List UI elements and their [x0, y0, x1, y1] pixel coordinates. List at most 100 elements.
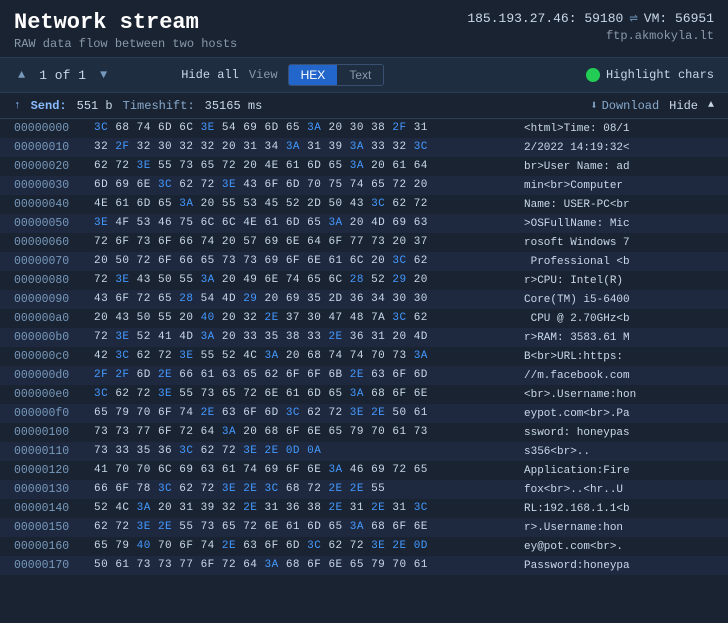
view-toggle: HEX Text — [288, 64, 385, 86]
hex-bytes: 6D 69 6E 3C 62 72 3E 43 6F 6D 70 75 74 6… — [94, 177, 514, 194]
source-address: 185.193.27.46: 59180 — [467, 11, 623, 26]
hex-address: 00000080 — [14, 274, 94, 287]
hex-bytes: 4E 61 6D 65 3A 20 55 53 45 52 2D 50 43 3… — [94, 196, 514, 213]
hex-ascii: fox<br>..<hr..U — [524, 484, 714, 496]
table-row: 000000b072 3E 52 41 4D 3A 20 33 35 38 33… — [0, 328, 728, 347]
table-row: 0000014052 4C 3A 20 31 39 32 2E 31 36 38… — [0, 499, 728, 518]
timeshift-value: 35165 ms — [205, 99, 263, 113]
hex-address: 00000100 — [14, 426, 94, 439]
highlight-label: Highlight chars — [606, 68, 714, 82]
table-row: 000000404E 61 6D 65 3A 20 55 53 45 52 2D… — [0, 195, 728, 214]
hex-bytes: 62 72 3E 55 73 65 72 20 4E 61 6D 65 3A 2… — [94, 158, 514, 175]
download-label: Download — [602, 99, 660, 113]
table-row: 0000015062 72 3E 2E 55 73 65 72 6E 61 6D… — [0, 518, 728, 537]
hex-bytes: 3C 62 72 3E 55 73 65 72 6E 61 6D 65 3A 6… — [94, 386, 514, 403]
header-left: Network stream RAW data flow between two… — [14, 10, 237, 51]
hex-address: 00000160 — [14, 540, 94, 553]
hex-address: 00000090 — [14, 293, 94, 306]
swap-icon: ⇌ — [629, 10, 637, 27]
hex-address: 00000020 — [14, 160, 94, 173]
hex-bytes: 50 61 73 73 77 6F 72 64 3A 68 6F 6E 65 7… — [94, 557, 514, 574]
hex-ascii: RL:192.168.1.1<b — [524, 503, 714, 515]
pagination-down-arrow[interactable]: ▼ — [96, 66, 111, 84]
send-bar: ↑ Send: 551 b Timeshift: 35165 ms ⬇ Down… — [0, 93, 728, 119]
hex-bytes: 72 6F 73 6F 66 74 20 57 69 6E 64 6F 77 7… — [94, 234, 514, 251]
header-right: 185.193.27.46: 59180 ⇌ VM: 56951 ftp.akm… — [467, 10, 714, 43]
hex-ascii: Professional <b — [524, 256, 714, 268]
ftp-address: ftp.akmokyla.lt — [467, 29, 714, 43]
table-row: 0000008072 3E 43 50 55 3A 20 49 6E 74 65… — [0, 271, 728, 290]
text-tab[interactable]: Text — [337, 65, 383, 85]
hex-address: 00000000 — [14, 122, 94, 135]
toolbar: ▲ 1 of 1 ▼ Hide all View HEX Text Highli… — [0, 57, 728, 93]
hex-bytes: 20 50 72 6F 66 65 73 73 69 6F 6E 61 6C 2… — [94, 253, 514, 270]
hex-ascii: Name: USER-PC<br — [524, 199, 714, 211]
hex-ascii: <html>Time: 08/1 — [524, 123, 714, 135]
table-row: 000000306D 69 6E 3C 62 72 3E 43 6F 6D 70… — [0, 176, 728, 195]
hex-address: 00000120 — [14, 464, 94, 477]
hex-address: 00000070 — [14, 255, 94, 268]
send-size: 551 b — [77, 99, 113, 113]
hex-bytes: 3C 68 74 6D 6C 3E 54 69 6D 65 3A 20 30 3… — [94, 120, 514, 137]
hex-bytes: 72 3E 52 41 4D 3A 20 33 35 38 33 2E 36 3… — [94, 329, 514, 346]
hex-table: 000000003C 68 74 6D 6C 3E 54 69 6D 65 3A… — [0, 119, 728, 607]
hex-address: 000000b0 — [14, 331, 94, 344]
hex-address: 00000060 — [14, 236, 94, 249]
hex-address: 00000010 — [14, 141, 94, 154]
table-row: 0000009043 6F 72 65 28 54 4D 29 20 69 35… — [0, 290, 728, 309]
table-row: 0000007020 50 72 6F 66 65 73 73 69 6F 6E… — [0, 252, 728, 271]
hex-tab[interactable]: HEX — [289, 65, 338, 85]
highlight-toggle-dot[interactable] — [586, 68, 600, 82]
hex-address: 00000110 — [14, 445, 94, 458]
hex-ascii: <br>.Username:hon — [524, 389, 714, 401]
hex-address: 00000040 — [14, 198, 94, 211]
download-button[interactable]: ⬇ Download — [590, 98, 659, 113]
hex-ascii: 2/2022 14:19:32< — [524, 142, 714, 154]
hex-address: 000000d0 — [14, 369, 94, 382]
hide-all-button[interactable]: Hide all — [181, 68, 239, 82]
table-row: 0000012041 70 70 6C 69 63 61 74 69 6F 6E… — [0, 461, 728, 480]
hex-bytes: 52 4C 3A 20 31 39 32 2E 31 36 38 2E 31 2… — [94, 500, 514, 517]
table-row: 000000003C 68 74 6D 6C 3E 54 69 6D 65 3A… — [0, 119, 728, 138]
hex-bytes: 32 2F 32 30 32 32 20 31 34 3A 31 39 3A 3… — [94, 139, 514, 156]
table-row: 000000d02F 2F 6D 2E 66 61 63 65 62 6F 6F… — [0, 366, 728, 385]
vm-info: VM: 56951 — [644, 11, 714, 26]
pagination-label: 1 of 1 — [39, 68, 86, 83]
table-row: 0000013066 6F 78 3C 62 72 3E 2E 3C 68 72… — [0, 480, 728, 499]
highlight-toggle: Highlight chars — [586, 68, 714, 82]
hex-ascii: CPU @ 2.70GHz<b — [524, 313, 714, 325]
hex-bytes: 65 79 40 70 6F 74 2E 63 6F 6D 3C 62 72 3… — [94, 538, 514, 555]
hex-ascii: r>RAM: 3583.61 M — [524, 332, 714, 344]
hex-address: 000000a0 — [14, 312, 94, 325]
table-row: 000000c042 3C 62 72 3E 55 52 4C 3A 20 68… — [0, 347, 728, 366]
hex-bytes: 72 3E 43 50 55 3A 20 49 6E 74 65 6C 28 5… — [94, 272, 514, 289]
hex-ascii: s356<br>.. — [524, 446, 714, 458]
hex-bytes: 2F 2F 6D 2E 66 61 63 65 62 6F 6F 6B 2E 6… — [94, 367, 514, 384]
hide-arrow-icon: ▲ — [708, 100, 714, 111]
table-row: 0000002062 72 3E 55 73 65 72 20 4E 61 6D… — [0, 157, 728, 176]
table-row: 0000001032 2F 32 30 32 32 20 31 34 3A 31… — [0, 138, 728, 157]
hex-address: 000000e0 — [14, 388, 94, 401]
view-label: View — [249, 68, 278, 82]
hex-ascii: >OSFullName: Mic — [524, 218, 714, 230]
hex-address: 00000150 — [14, 521, 94, 534]
hex-ascii: Password:honeypa — [524, 560, 714, 572]
hex-address: 00000050 — [14, 217, 94, 230]
hex-address: 000000f0 — [14, 407, 94, 420]
hex-ascii: Core(TM) i5-6400 — [524, 294, 714, 306]
hide-button[interactable]: Hide — [669, 99, 698, 113]
header: Network stream RAW data flow between two… — [0, 0, 728, 57]
hex-bytes: 42 3C 62 72 3E 55 52 4C 3A 20 68 74 74 7… — [94, 348, 514, 365]
table-row: 000000e03C 62 72 3E 55 73 65 72 6E 61 6D… — [0, 385, 728, 404]
app-subtitle: RAW data flow between two hosts — [14, 37, 237, 51]
timeshift-label: Timeshift: — [123, 99, 195, 113]
pagination-up-arrow[interactable]: ▲ — [14, 66, 29, 84]
connection-info: 185.193.27.46: 59180 ⇌ VM: 56951 — [467, 10, 714, 27]
hex-ascii: Application:Fire — [524, 465, 714, 477]
hex-ascii: min<br>Computer — [524, 180, 714, 192]
hex-address: 00000030 — [14, 179, 94, 192]
hex-bytes: 43 6F 72 65 28 54 4D 29 20 69 35 2D 36 3… — [94, 291, 514, 308]
hex-bytes: 20 43 50 55 20 40 20 32 2E 37 30 47 48 7… — [94, 310, 514, 327]
hex-ascii: r>CPU: Intel(R) — [524, 275, 714, 287]
send-label: Send: — [31, 99, 67, 113]
